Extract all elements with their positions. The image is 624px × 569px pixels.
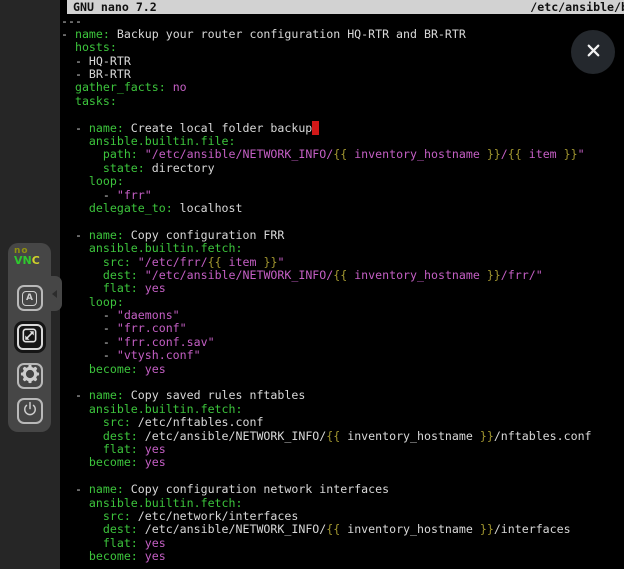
code-line: path: "/etc/ansible/NETWORK_INFO/{{ inve… <box>61 148 624 161</box>
code-line: src: /etc/network/interfaces <box>61 510 624 523</box>
code-line: - name: Backup your router configuration… <box>61 28 624 41</box>
code-line: loop: <box>61 175 624 188</box>
novnc-logo-vnc: VNC <box>14 256 51 265</box>
code-line: src: "/etc/frr/{{ item }}" <box>61 256 624 269</box>
fullscreen-icon <box>21 327 38 348</box>
settings-button[interactable] <box>17 363 43 389</box>
code-line: - "daemons" <box>61 309 624 322</box>
code-line: src: /etc/nftables.conf <box>61 416 624 429</box>
sidebar-collapse-handle[interactable] <box>47 276 62 311</box>
code-line: flat: yes <box>61 443 624 456</box>
code-line: dest: "/etc/ansible/NETWORK_INFO/{{ inve… <box>61 269 624 282</box>
vnc-button-column: A <box>8 285 51 433</box>
code-line: become: yes <box>61 363 624 376</box>
a-key-icon: A <box>22 291 37 306</box>
gear-icon <box>20 364 40 388</box>
disconnect-button[interactable] <box>17 398 43 424</box>
terminal-screen[interactable]: GNU nano 7.2 /etc/ansible/b ---- name: B… <box>60 0 624 569</box>
code-line: - "frr.conf.sav" <box>61 336 624 349</box>
close-button[interactable] <box>571 30 615 74</box>
power-icon <box>21 400 39 422</box>
code-line: - name: Copy configuration FRR <box>61 229 624 242</box>
code-line: - name: Create local folder backup <box>61 122 624 135</box>
code-line: delegate_to: localhost <box>61 202 624 215</box>
code-line: become: yes <box>61 550 624 563</box>
code-line: flat: yes <box>61 282 624 295</box>
extra-keys-button[interactable]: A <box>17 285 43 311</box>
code-line: hosts: <box>61 41 624 54</box>
left-triangle-icon <box>52 290 57 298</box>
code-line: - name: Copy saved rules nftables <box>61 389 624 402</box>
nano-editor-text[interactable]: ---- name: Backup your router configurat… <box>61 15 624 569</box>
code-line: become: yes <box>61 456 624 469</box>
novnc-logo: no VNC <box>8 243 51 265</box>
code-line: dest: /etc/ansible/NETWORK_INFO/{{ inven… <box>61 523 624 536</box>
vnc-sidebar: no VNC A <box>0 0 60 569</box>
code-line: flat: yes <box>61 537 624 550</box>
code-line: - BR-RTR <box>61 68 624 81</box>
nano-file-path: /etc/ansible/b <box>530 0 624 14</box>
code-line: - "frr.conf" <box>61 322 624 335</box>
code-line <box>61 376 624 389</box>
vnc-control-panel: no VNC A <box>8 243 51 432</box>
code-line: ansible.builtin.fetch: <box>61 497 624 510</box>
code-line: - "frr" <box>61 189 624 202</box>
nano-titlebar: GNU nano 7.2 /etc/ansible/b <box>67 0 624 14</box>
code-line: ansible.builtin.fetch: <box>61 403 624 416</box>
close-icon <box>585 42 602 63</box>
code-line: ansible.builtin.file: <box>61 135 624 148</box>
code-line: gather_facts: no <box>61 81 624 94</box>
code-line: tasks: <box>61 95 624 108</box>
code-line: --- <box>61 15 624 28</box>
fullscreen-button[interactable] <box>17 324 43 350</box>
code-line: - "vtysh.conf" <box>61 349 624 362</box>
code-line: dest: /etc/ansible/NETWORK_INFO/{{ inven… <box>61 430 624 443</box>
code-line <box>61 215 624 228</box>
nano-version-title: GNU nano 7.2 <box>67 0 157 14</box>
code-line <box>61 470 624 483</box>
code-line: loop: <box>61 296 624 309</box>
code-line: ansible.builtin.fetch: <box>61 242 624 255</box>
code-line: - name: Copy configuration network inter… <box>61 483 624 496</box>
code-line: state: directory <box>61 162 624 175</box>
code-line <box>61 108 624 121</box>
code-line: - HQ-RTR <box>61 55 624 68</box>
